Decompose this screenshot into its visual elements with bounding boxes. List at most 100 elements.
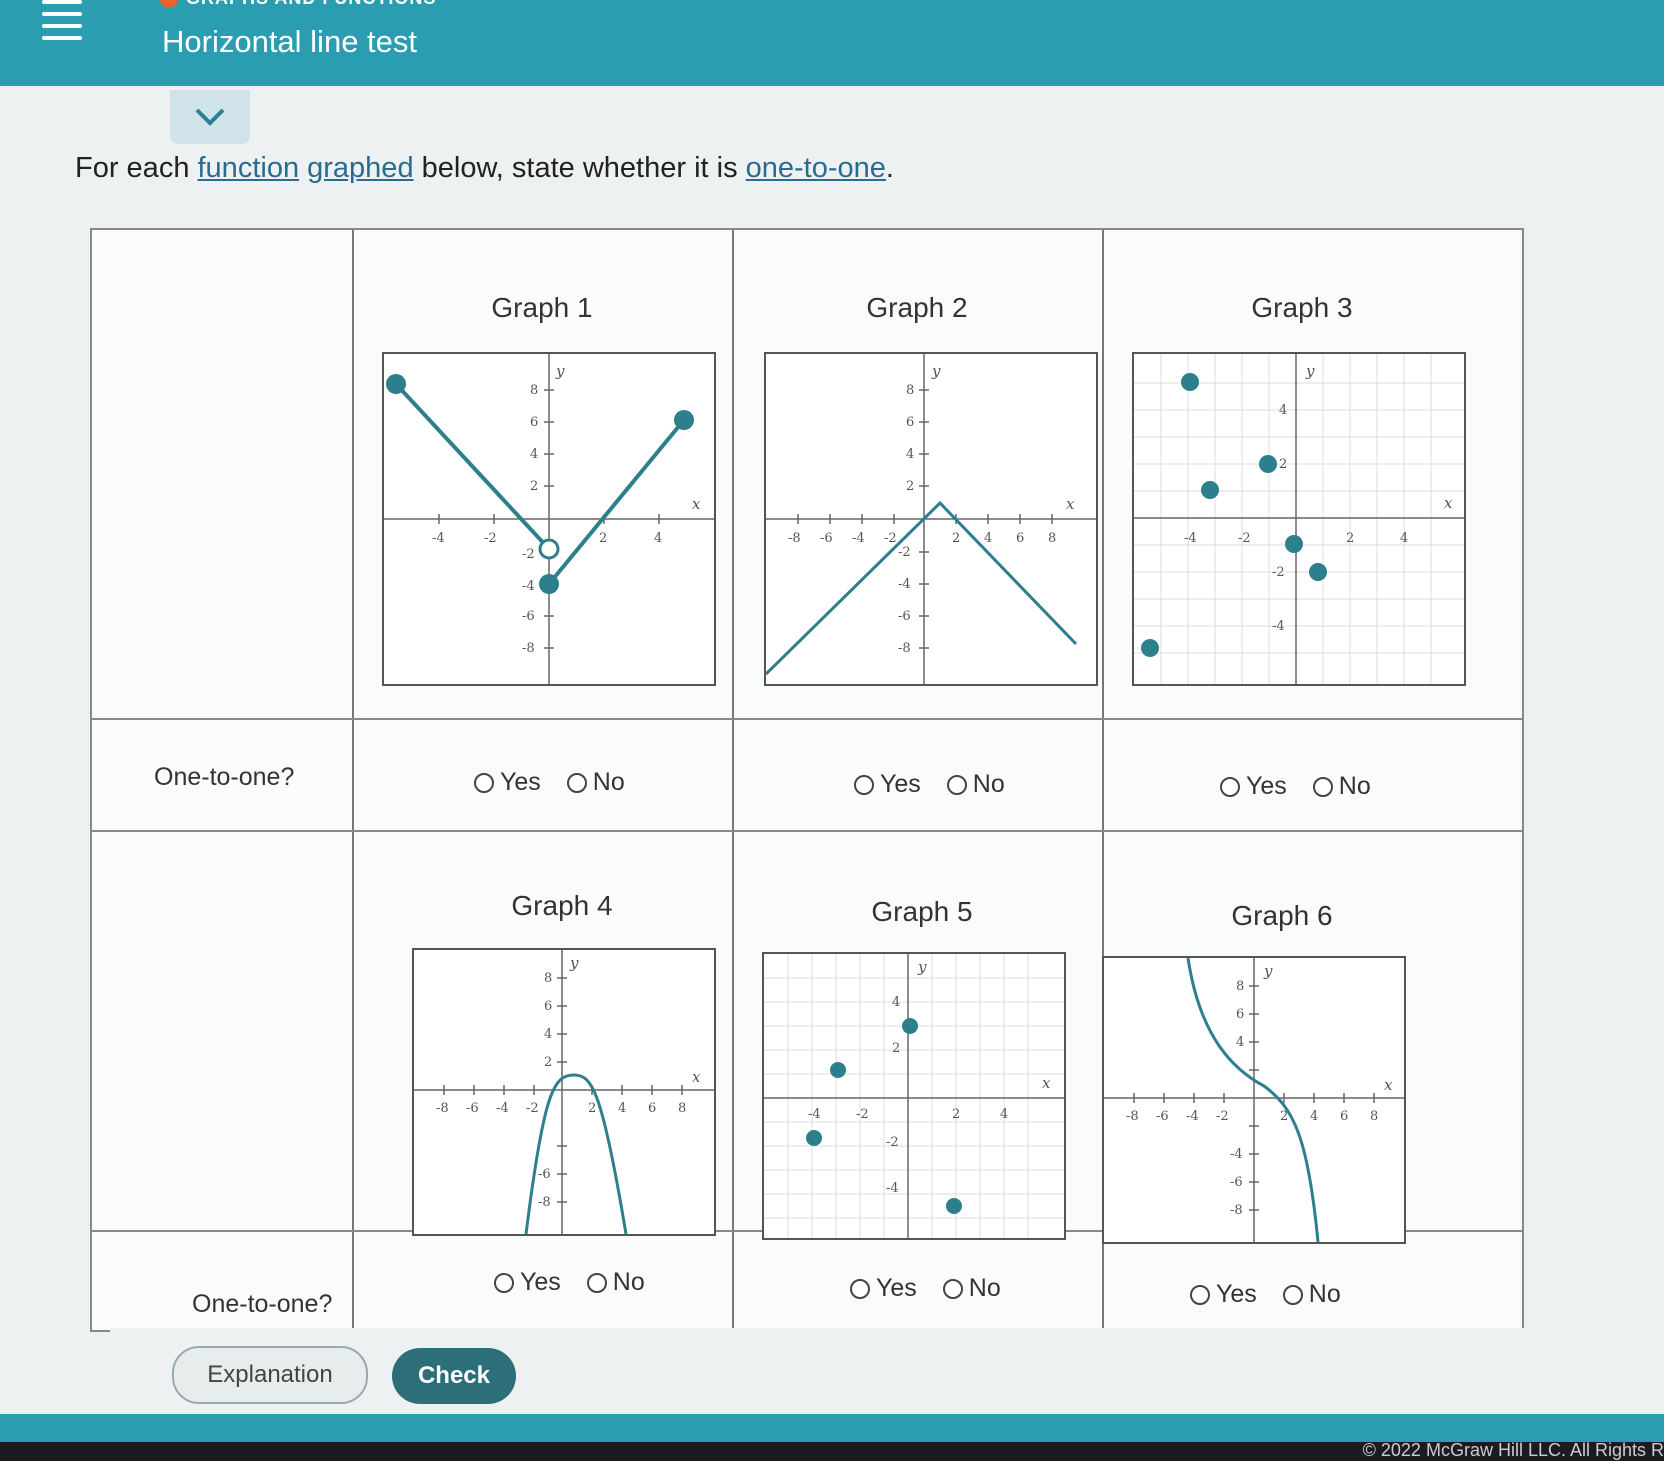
radio-icon (946, 774, 967, 795)
svg-text:-8: -8 (1230, 1203, 1243, 1218)
collapse-button[interactable] (170, 90, 250, 144)
graphs-table: One-to-one? One-to-one? Graph 1 Graph 2 … (90, 228, 1524, 1332)
svg-text:6: 6 (1340, 1109, 1348, 1124)
graph-6: -8 -6 -4 -2 2468 864 -4 -6 -8 yx (1102, 956, 1406, 1244)
svg-text:2: 2 (906, 479, 914, 494)
svg-text:8: 8 (906, 383, 914, 398)
svg-text:-4: -4 (496, 1101, 509, 1116)
graph-1-answer: Yes No (474, 768, 641, 797)
svg-text:-8: -8 (1126, 1109, 1139, 1124)
link-graphed[interactable]: graphed (307, 152, 413, 184)
graph-2-yes-radio[interactable]: Yes (854, 770, 921, 799)
svg-text:-4: -4 (1184, 531, 1197, 546)
graph-1-title: Graph 1 (491, 292, 593, 323)
menu-icon[interactable] (42, 0, 82, 40)
link-one-to-one[interactable]: one-to-one (746, 152, 886, 184)
svg-text:y: y (917, 958, 927, 976)
radio-icon (586, 1272, 607, 1293)
svg-text:4: 4 (1236, 1035, 1244, 1050)
svg-text:4: 4 (984, 531, 992, 546)
svg-text:-8: -8 (898, 641, 911, 656)
radio-icon (566, 772, 587, 793)
svg-text:2: 2 (892, 1041, 900, 1056)
svg-text:4: 4 (1400, 531, 1408, 546)
svg-text:-4: -4 (886, 1181, 899, 1196)
svg-text:x: x (1384, 1076, 1393, 1094)
svg-text:4: 4 (1000, 1107, 1008, 1122)
svg-text:4: 4 (654, 531, 662, 546)
svg-text:-4: -4 (852, 531, 865, 546)
svg-text:8: 8 (678, 1101, 686, 1116)
svg-text:2: 2 (544, 1055, 552, 1070)
graph-6-plot: -8 -6 -4 -2 2468 864 -4-6-8 yx (1104, 958, 1404, 1242)
svg-text:-6: -6 (522, 609, 535, 624)
svg-text:4: 4 (1279, 403, 1287, 418)
graph-3-no-radio[interactable]: No (1312, 772, 1371, 801)
svg-text:-2: -2 (856, 1107, 869, 1122)
graph-1-plot: -4 -2 2 4 8 6 4 2 -2 -4 -6 -8 y x (384, 354, 714, 684)
svg-text:6: 6 (544, 999, 552, 1014)
svg-text:x: x (692, 1068, 701, 1086)
radio-icon (942, 1278, 963, 1299)
svg-text:-6: -6 (538, 1167, 551, 1182)
svg-text:4: 4 (530, 447, 538, 462)
explanation-button[interactable]: Explanation (172, 1346, 368, 1404)
svg-text:8: 8 (544, 971, 552, 986)
graph-3-answer: Yes No (1220, 772, 1387, 801)
svg-text:-2: -2 (522, 547, 535, 562)
graph-3-title: Graph 3 (1251, 292, 1353, 323)
svg-text:x: x (1066, 495, 1075, 513)
svg-text:y: y (555, 362, 565, 380)
svg-text:-6: -6 (898, 609, 911, 624)
svg-text:2: 2 (952, 531, 960, 546)
graph-1-yes-radio[interactable]: Yes (474, 768, 541, 797)
graph-5-title: Graph 5 (871, 896, 973, 927)
svg-text:-6: -6 (466, 1101, 479, 1116)
svg-text:-2: -2 (1272, 565, 1285, 580)
graph-6-yes-radio[interactable]: Yes (1190, 1280, 1257, 1309)
graph-4-no-radio[interactable]: No (586, 1268, 645, 1297)
footer-bar (0, 1414, 1664, 1442)
svg-text:x: x (692, 495, 701, 513)
svg-text:-2: -2 (484, 531, 497, 546)
svg-text:-4: -4 (522, 579, 535, 594)
graph-4-title: Graph 4 (511, 890, 613, 921)
svg-text:4: 4 (1310, 1109, 1318, 1124)
svg-text:6: 6 (906, 415, 914, 430)
svg-text:2: 2 (1346, 531, 1354, 546)
graph-5-yes-radio[interactable]: Yes (850, 1274, 917, 1303)
graph-3-yes-radio[interactable]: Yes (1220, 772, 1287, 801)
graph-6-no-radio[interactable]: No (1282, 1280, 1341, 1309)
link-function[interactable]: function (198, 152, 300, 184)
svg-text:2: 2 (588, 1101, 596, 1116)
row-label-one-to-one: One-to-one? (154, 763, 295, 791)
chevron-down-icon (195, 108, 225, 126)
svg-text:y: y (931, 362, 941, 380)
svg-text:-8: -8 (436, 1101, 449, 1116)
status-dot-icon (160, 0, 178, 9)
graph-4-plot: -8 -6 -4 -2 2 4 6 8 8 6 4 2 -6 -8 y x (414, 950, 714, 1234)
row-label-one-to-one: One-to-one? (192, 1290, 333, 1318)
svg-text:-2: -2 (1238, 531, 1251, 546)
svg-text:-2: -2 (898, 545, 911, 560)
graph-1: -4 -2 2 4 8 6 4 2 -2 -4 -6 -8 y x (382, 352, 716, 686)
graph-4-yes-radio[interactable]: Yes (494, 1268, 561, 1297)
svg-text:4: 4 (892, 995, 900, 1010)
svg-text:-6: -6 (1230, 1175, 1243, 1190)
check-button[interactable]: Check (392, 1348, 516, 1404)
svg-text:-8: -8 (538, 1195, 551, 1210)
svg-text:2: 2 (599, 531, 607, 546)
radio-icon (850, 1278, 870, 1299)
graph-5-no-radio[interactable]: No (942, 1274, 1001, 1303)
radio-icon (474, 772, 494, 793)
svg-text:-4: -4 (898, 577, 911, 592)
svg-text:2: 2 (1279, 457, 1287, 472)
graph-2-no-radio[interactable]: No (946, 770, 1005, 799)
graph-2-plot: -8 -6 -4 -2 2 4 6 8 8 6 4 2 -2 -4 -6 -8 y x (766, 354, 1096, 684)
svg-text:-4: -4 (432, 531, 445, 546)
graph-4: -8 -6 -4 -2 2 4 6 8 8 6 4 2 -6 -8 y x (412, 948, 716, 1236)
svg-text:6: 6 (1016, 531, 1024, 546)
svg-text:4: 4 (906, 447, 914, 462)
svg-text:4: 4 (618, 1101, 626, 1116)
graph-1-no-radio[interactable]: No (566, 768, 625, 797)
